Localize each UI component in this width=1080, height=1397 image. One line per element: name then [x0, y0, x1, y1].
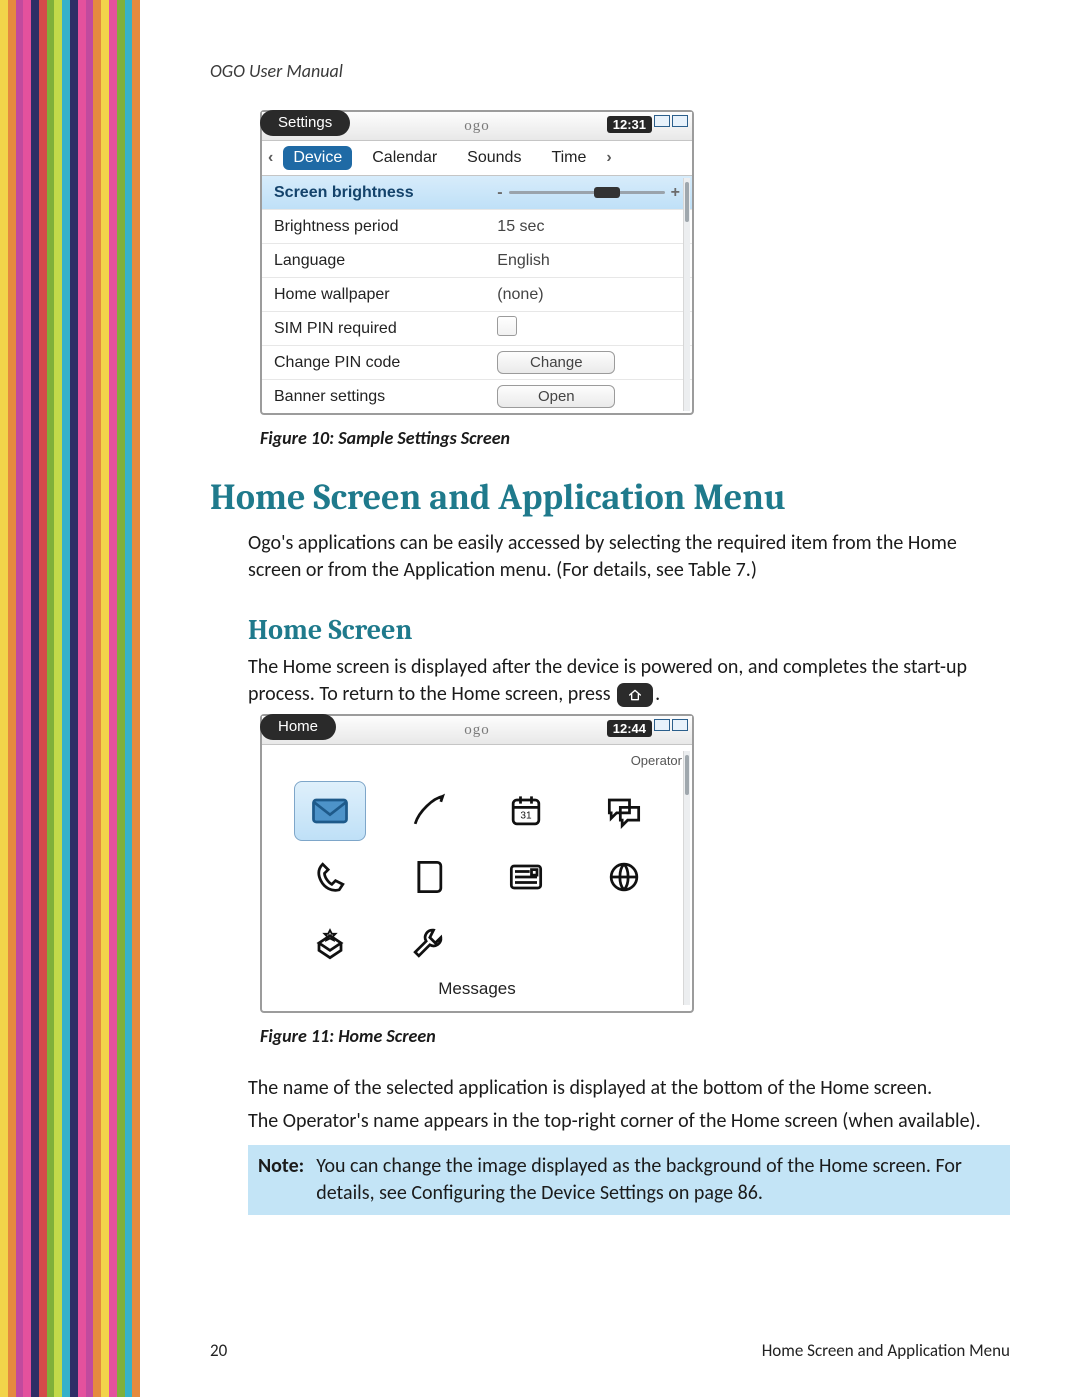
settings-topbar: Settings ogo 12:31	[262, 112, 692, 141]
app-calendar-icon[interactable]: 31	[490, 781, 562, 841]
row-sim-pin[interactable]: SIM PIN required	[262, 312, 692, 346]
svg-text:31: 31	[520, 810, 532, 821]
row-value: 15 sec	[497, 218, 680, 236]
battery-icon	[672, 719, 688, 731]
chevron-right-icon[interactable]: ›	[606, 149, 611, 167]
app-extras-icon[interactable]	[294, 913, 366, 973]
home-title-tab: Home	[260, 714, 336, 740]
app-mail-icon[interactable]	[294, 781, 366, 841]
note-text: You can change the image displayed as th…	[316, 1153, 1000, 1207]
row-label: SIM PIN required	[274, 320, 497, 338]
row-change-pin[interactable]: Change PIN code Change	[262, 346, 692, 380]
figure-10: Settings ogo 12:31 ‹ Device Calendar Sou…	[210, 110, 1010, 449]
row-banner-settings[interactable]: Banner settings Open	[262, 380, 692, 413]
footer-section-title: Home Screen and Application Menu	[762, 1340, 1010, 1361]
settings-rows: Screen brightness - + Brightness period …	[262, 176, 692, 413]
tab-time[interactable]: Time	[541, 146, 596, 170]
settings-scrollbar[interactable]	[683, 178, 690, 411]
row-home-wallpaper[interactable]: Home wallpaper (none)	[262, 278, 692, 312]
home-body: Operator 31	[262, 745, 692, 1011]
ogo-logo: ogo	[464, 722, 490, 739]
page-content: OGO User Manual Settings ogo 12:31 ‹ Dev…	[210, 60, 1010, 1357]
status-icons	[654, 115, 688, 127]
app-compose-icon[interactable]	[392, 781, 464, 841]
clock: 12:31	[607, 116, 652, 133]
settings-tabs: ‹ Device Calendar Sounds Time ›	[262, 141, 692, 176]
row-language[interactable]: Language English	[262, 244, 692, 278]
plus-icon: +	[671, 184, 680, 202]
app-chat-icon[interactable]	[588, 781, 660, 841]
home-screenshot: Home ogo 12:44 Operator	[260, 714, 694, 1013]
app-browser-icon[interactable]	[588, 847, 660, 907]
operator-label: Operator	[631, 753, 682, 768]
chevron-left-icon[interactable]: ‹	[268, 149, 273, 167]
paragraph-after-fig11-b: The Operator's name appears in the top-r…	[248, 1108, 1010, 1135]
row-value: English	[497, 252, 680, 270]
home-paragraph-after: .	[655, 682, 660, 706]
section-heading: Home Screen and Application Menu	[210, 477, 1010, 518]
battery-icon	[672, 115, 688, 127]
note-box: Note: You can change the image displayed…	[248, 1145, 1010, 1215]
tab-calendar[interactable]: Calendar	[362, 146, 447, 170]
signal-icon	[654, 115, 670, 127]
signal-icon	[654, 719, 670, 731]
decorative-stripe-band	[0, 0, 140, 1397]
selected-app-name: Messages	[286, 973, 668, 1007]
home-topbar: Home ogo 12:44	[262, 716, 692, 745]
settings-title-tab: Settings	[260, 110, 350, 136]
tab-device[interactable]: Device	[283, 146, 352, 170]
figure-10-caption: Figure 10: Sample Settings Screen	[260, 427, 1010, 449]
row-value: (none)	[497, 286, 680, 304]
page-number: 20	[210, 1340, 227, 1361]
home-scrollbar[interactable]	[683, 751, 690, 1005]
figure-11: Home ogo 12:44 Operator	[210, 714, 1010, 1047]
row-screen-brightness[interactable]: Screen brightness - +	[262, 176, 692, 210]
row-brightness-period[interactable]: Brightness period 15 sec	[262, 210, 692, 244]
minus-icon: -	[497, 184, 502, 202]
row-label: Screen brightness	[274, 184, 497, 202]
row-label: Home wallpaper	[274, 286, 497, 304]
brightness-slider[interactable]: - +	[497, 184, 680, 202]
note-label: Note:	[258, 1153, 304, 1207]
page-footer: 20 Home Screen and Application Menu	[210, 1340, 1010, 1361]
subsection-heading: Home Screen	[248, 614, 1010, 646]
sim-pin-checkbox[interactable]	[497, 316, 517, 336]
app-contacts-icon[interactable]	[392, 847, 464, 907]
open-banner-button[interactable]: Open	[497, 385, 615, 408]
figure-11-caption: Figure 11: Home Screen	[260, 1025, 1010, 1047]
home-paragraph-before: The Home screen is displayed after the d…	[248, 655, 967, 706]
tab-sounds[interactable]: Sounds	[457, 146, 531, 170]
app-news-icon[interactable]	[490, 847, 562, 907]
ogo-logo: ogo	[464, 118, 490, 135]
settings-screenshot: Settings ogo 12:31 ‹ Device Calendar Sou…	[260, 110, 694, 415]
paragraph-after-fig11-a: The name of the selected application is …	[248, 1075, 1010, 1102]
app-tools-icon[interactable]	[392, 913, 464, 973]
home-key-icon	[617, 683, 653, 707]
change-pin-button[interactable]: Change	[497, 351, 615, 374]
row-label: Change PIN code	[274, 354, 497, 372]
row-label: Banner settings	[274, 388, 497, 406]
app-phone-icon[interactable]	[294, 847, 366, 907]
intro-paragraph: Ogo's applications can be easily accesse…	[248, 530, 1010, 584]
home-paragraph: The Home screen is displayed after the d…	[248, 654, 1010, 708]
clock: 12:44	[607, 720, 652, 737]
app-grid: 31	[286, 781, 668, 973]
row-label: Language	[274, 252, 497, 270]
running-header: OGO User Manual	[210, 60, 1010, 82]
status-icons	[654, 719, 688, 731]
row-label: Brightness period	[274, 218, 497, 236]
